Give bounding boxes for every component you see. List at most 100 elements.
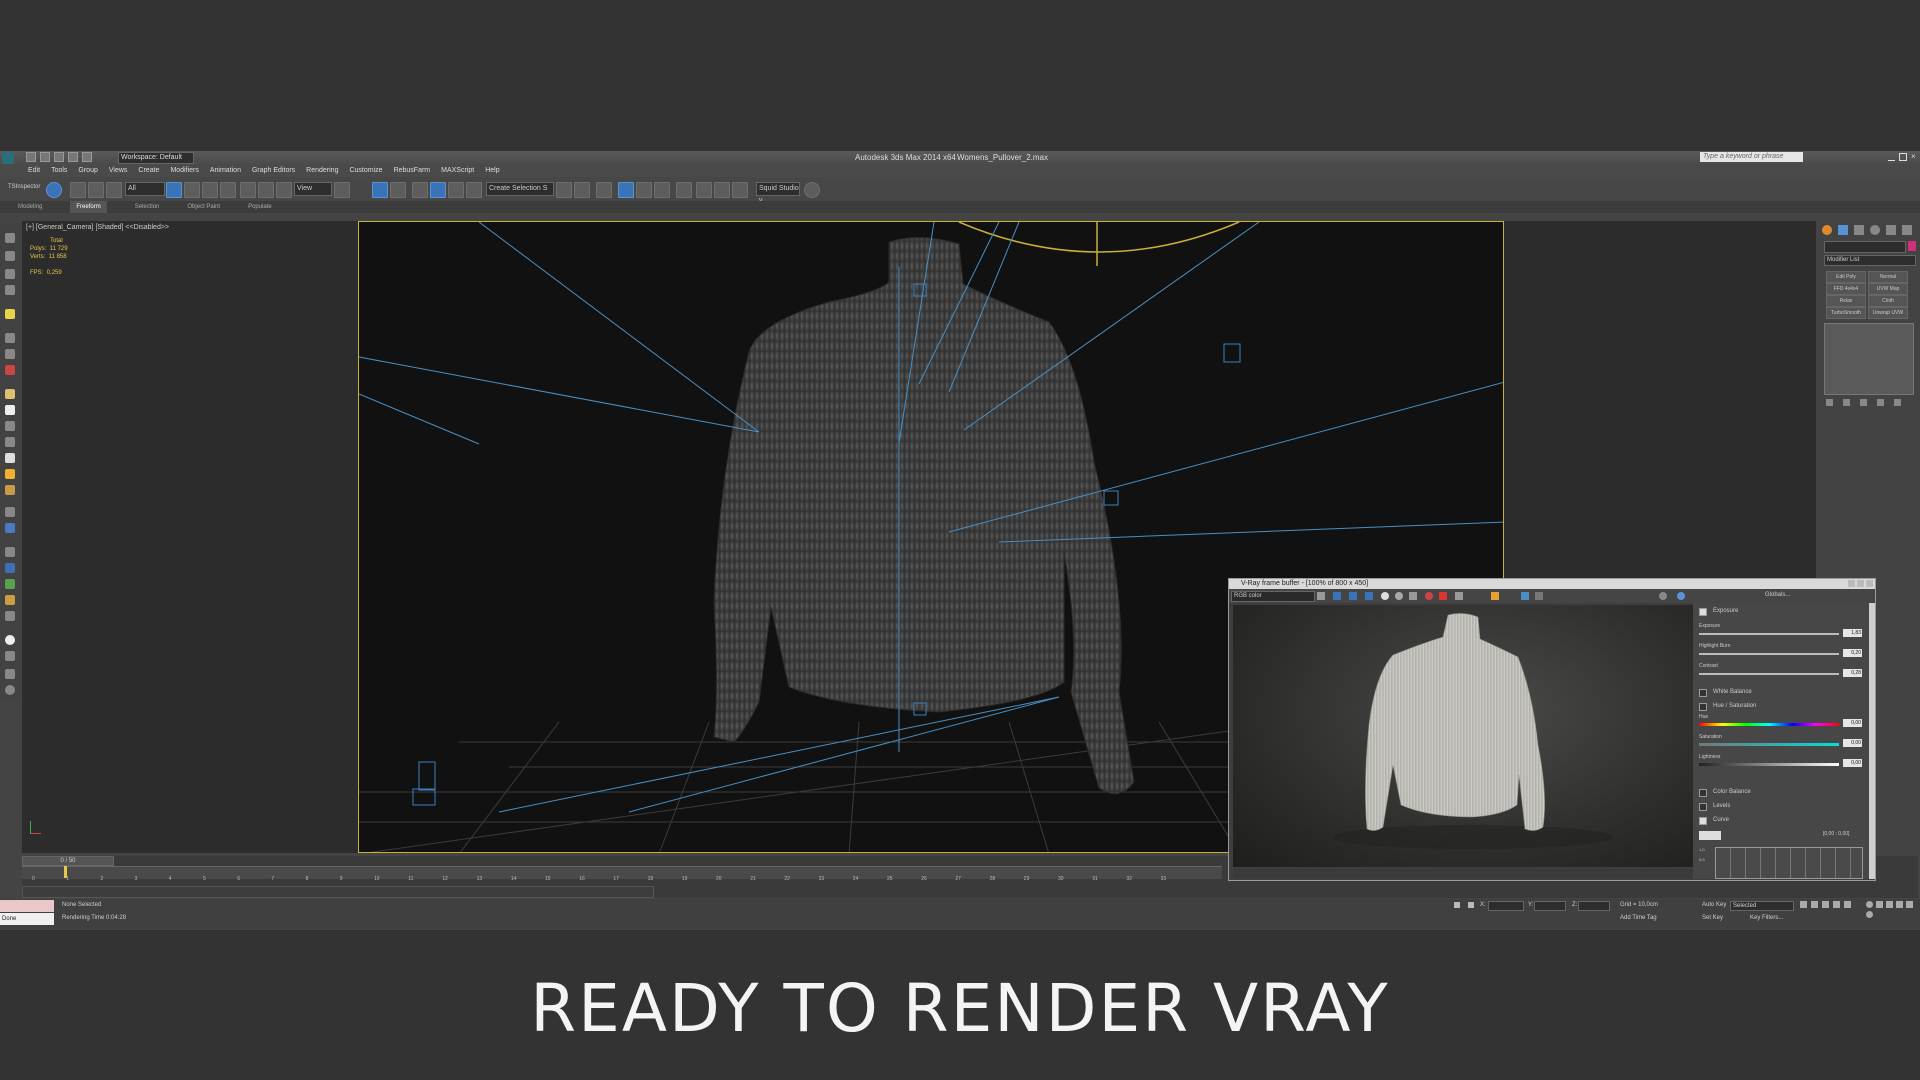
cloth-icon[interactable] <box>5 611 15 621</box>
viewport-label[interactable]: [+] [General_Camera] [Shaded] <<Disabled… <box>26 224 169 231</box>
modifier-relax-button[interactable]: Relax <box>1826 295 1866 307</box>
minimize-icon[interactable] <box>1888 153 1895 161</box>
select-move-icon[interactable] <box>240 182 256 198</box>
lens-effects-icon[interactable] <box>1521 592 1529 600</box>
open-icon[interactable] <box>40 152 50 162</box>
select-rotate-icon[interactable] <box>258 182 274 198</box>
scene-explorer-icon[interactable] <box>618 182 634 198</box>
list-icon[interactable] <box>5 285 15 295</box>
globals-button[interactable]: Globals... <box>1765 592 1790 598</box>
menu-graph-editors[interactable]: Graph Editors <box>252 165 295 177</box>
helper-icon[interactable] <box>5 349 15 359</box>
hue-slider[interactable] <box>1699 723 1839 726</box>
select-object-icon[interactable] <box>166 182 182 198</box>
brush-icon[interactable] <box>5 595 15 605</box>
paint-icon[interactable] <box>5 523 15 533</box>
maximize-icon[interactable] <box>1899 153 1907 161</box>
key-track[interactable] <box>22 886 654 898</box>
curve-point-input[interactable] <box>1699 831 1721 840</box>
menu-views[interactable]: Views <box>109 165 128 177</box>
zoom-extents-icon[interactable] <box>1886 901 1893 908</box>
exposure-value[interactable]: 1,83 <box>1843 629 1862 637</box>
color-balance-checkbox[interactable] <box>1699 789 1707 797</box>
stamp-icon[interactable] <box>1535 592 1543 600</box>
app-logo[interactable] <box>2 152 14 164</box>
tab-object-paint[interactable]: Object Paint <box>187 201 220 213</box>
named-selection-sets-dropdown[interactable]: Create Selection S <box>486 182 554 196</box>
tsinspector-icon[interactable] <box>46 182 62 198</box>
menu-rebusfarm[interactable]: RebusFarm <box>394 165 431 177</box>
select-manipulate-icon[interactable] <box>372 182 388 198</box>
plant-icon[interactable] <box>5 579 15 589</box>
save-icon[interactable] <box>1409 592 1417 600</box>
maxscript-listener[interactable] <box>0 900 54 912</box>
z-coordinate-field[interactable] <box>1578 901 1610 911</box>
tab-modeling[interactable]: Modeling <box>18 201 42 213</box>
dome-icon[interactable] <box>5 405 15 415</box>
go-to-start-icon[interactable] <box>1800 901 1807 908</box>
pullover-mesh[interactable] <box>713 236 1135 795</box>
minimize-icon[interactable] <box>1848 580 1855 587</box>
menu-customize[interactable]: Customize <box>349 165 382 177</box>
sun-icon[interactable] <box>5 469 15 479</box>
y-coordinate-field[interactable] <box>1534 901 1566 911</box>
modifier-unwrap-uvw-button[interactable]: Unwrap UVW <box>1868 307 1908 319</box>
stop-icon[interactable] <box>1659 592 1667 600</box>
eye-icon[interactable] <box>1677 592 1685 600</box>
squid-studio-dropdown[interactable]: Squid Studio v <box>756 182 800 204</box>
pivot-center-icon[interactable] <box>334 182 350 198</box>
modifier-turbosmooth-button[interactable]: TurboSmooth <box>1826 307 1866 319</box>
lock-selection-icon[interactable] <box>1454 902 1460 908</box>
object-color-swatch[interactable] <box>1908 241 1916 251</box>
squid-render-icon[interactable] <box>804 182 820 198</box>
layer-manager-icon[interactable] <box>596 182 612 198</box>
track-mouse-icon[interactable] <box>1455 592 1463 600</box>
layers-icon[interactable] <box>5 269 15 279</box>
angle-snap-icon[interactable] <box>430 182 446 198</box>
maxscript-output[interactable]: Done <box>0 913 54 925</box>
go-to-end-icon[interactable] <box>1844 901 1851 908</box>
clear-icon[interactable] <box>1425 592 1433 600</box>
modifier-cloth-button[interactable]: Cloth <box>1868 295 1908 307</box>
display-tab-icon[interactable] <box>1886 225 1896 235</box>
zoom-all-icon[interactable] <box>1876 901 1883 908</box>
rendered-image[interactable] <box>1233 605 1693 867</box>
mono-icon[interactable] <box>1395 592 1403 600</box>
modifier-uvw-map-button[interactable]: UVW Map <box>1868 283 1908 295</box>
render-setup-icon[interactable] <box>696 182 712 198</box>
select-scale-icon[interactable] <box>276 182 292 198</box>
render-production-icon[interactable] <box>732 182 748 198</box>
green-channel-icon[interactable] <box>1349 592 1357 600</box>
light-icon[interactable] <box>5 309 15 319</box>
curve-editor-icon[interactable] <box>654 182 670 198</box>
spacewarp-icon[interactable] <box>5 365 15 375</box>
modifier-list-dropdown[interactable]: Modifier List <box>1824 255 1916 266</box>
remove-modifier-icon[interactable] <box>1877 399 1884 406</box>
orbit-icon[interactable] <box>1866 911 1873 918</box>
tab-selection[interactable]: Selection <box>135 201 160 213</box>
reference-coordinate-dropdown[interactable]: View <box>294 182 332 196</box>
save-icon[interactable] <box>54 152 64 162</box>
save-image-icon[interactable] <box>1317 592 1325 600</box>
keyboard-shortcut-icon[interactable] <box>390 182 406 198</box>
menu-animation[interactable]: Animation <box>210 165 241 177</box>
maximize-icon[interactable] <box>1857 580 1864 587</box>
time-slider[interactable]: 0 / 50 <box>22 856 114 866</box>
pin-stack-icon[interactable] <box>1826 399 1833 406</box>
set-key-button[interactable]: Set Key <box>1702 915 1723 921</box>
region-render-icon[interactable] <box>1439 592 1447 600</box>
torus-icon[interactable] <box>5 437 15 447</box>
configure-sets-icon[interactable] <box>1894 399 1901 406</box>
scene-icon[interactable] <box>5 251 15 261</box>
blue-channel-icon[interactable] <box>1365 592 1373 600</box>
contrast-slider[interactable] <box>1699 673 1839 675</box>
object-name-field[interactable] <box>1824 241 1906 253</box>
previous-frame-icon[interactable] <box>1811 901 1818 908</box>
sphere-icon[interactable] <box>5 389 15 399</box>
select-by-name-icon[interactable] <box>184 182 200 198</box>
window-crossing-icon[interactable] <box>220 182 236 198</box>
grid-icon[interactable] <box>5 507 15 517</box>
pan-icon[interactable] <box>1906 901 1913 908</box>
tab-populate[interactable]: Populate <box>248 201 272 213</box>
field-of-view-icon[interactable] <box>1896 901 1903 908</box>
